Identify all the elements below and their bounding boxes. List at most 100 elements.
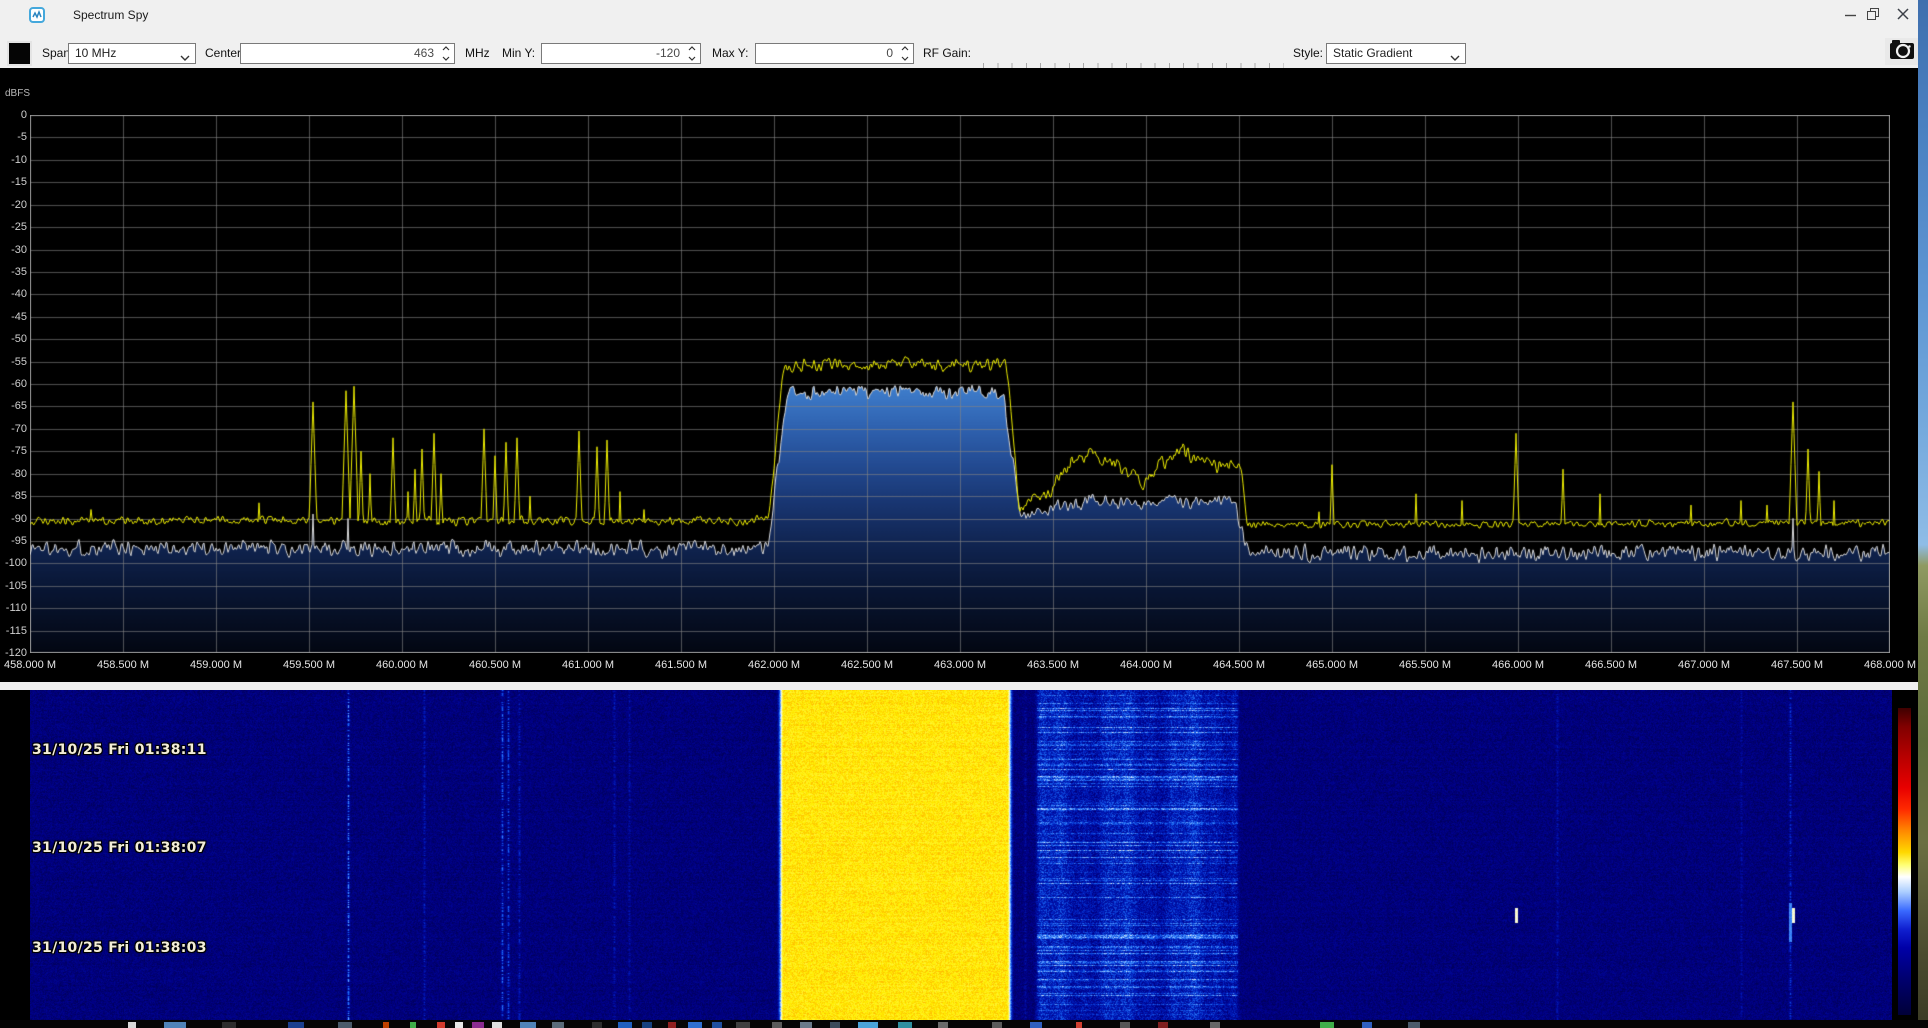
style-select[interactable]: Static Gradient <box>1326 43 1466 64</box>
db-tick-label: -50 <box>11 333 27 346</box>
panel-divider[interactable] <box>0 682 1918 690</box>
minimize-button[interactable] <box>1843 9 1857 23</box>
span-select[interactable]: 10 MHz <box>68 43 196 64</box>
freq-tick-label: 459.000 M <box>190 659 242 671</box>
max-y-spinner[interactable] <box>897 44 913 63</box>
db-tick-label: -60 <box>11 378 27 390</box>
trace-color-swatch <box>9 43 30 64</box>
db-tick-label: -15 <box>11 176 27 189</box>
taskbar-app-icon[interactable] <box>472 1022 484 1028</box>
waterfall-display: 31/10/25 Fri 01:38:11 31/10/25 Fri 01:38… <box>0 690 1918 1020</box>
close-button[interactable] <box>1896 7 1910 25</box>
taskbar-app-icon[interactable] <box>222 1022 236 1028</box>
taskbar-app-icon[interactable] <box>858 1022 878 1028</box>
freq-tick-label: 467.000 M <box>1678 659 1730 671</box>
waterfall-timestamp: 31/10/25 Fri 01:38:03 <box>32 940 207 956</box>
min-y-input[interactable]: -120 <box>541 43 701 64</box>
restore-icon <box>1867 7 1879 25</box>
camera-icon <box>1889 38 1915 65</box>
taskbar-app-icon[interactable] <box>668 1022 676 1028</box>
taskbar-app-icon[interactable] <box>618 1022 632 1028</box>
freq-tick-label: 466.500 M <box>1585 659 1637 671</box>
db-tick-label: -115 <box>5 624 27 637</box>
taskbar-app-icon[interactable] <box>1030 1022 1042 1028</box>
trace-color-button[interactable] <box>7 41 32 66</box>
center-input[interactable]: 463 <box>240 43 455 64</box>
taskbar-app-icon[interactable] <box>128 1022 136 1028</box>
max-y-label: Max Y: <box>712 46 749 60</box>
spectrum-display: dBFS 0 -5 -10 -15 -20 -25 -30 -35 -40 -45 -50 -55 -6… <box>0 68 1918 682</box>
taskbar-app-icon[interactable] <box>712 1022 722 1028</box>
taskbar-app-icon[interactable] <box>410 1022 416 1028</box>
max-y-input[interactable]: 0 <box>755 43 914 64</box>
taskbar-app-icon[interactable] <box>1362 1022 1372 1028</box>
waterfall-plot[interactable] <box>30 690 1892 1020</box>
freq-tick-label: 465.500 M <box>1399 659 1451 671</box>
taskbar-app-icon[interactable] <box>383 1022 389 1028</box>
taskbar-app-icon[interactable] <box>1120 1022 1130 1028</box>
taskbar-app-icon[interactable] <box>338 1022 352 1028</box>
waterfall-timestamp: 31/10/25 Fri 01:38:11 <box>32 742 207 758</box>
taskbar-app-icon[interactable] <box>800 1022 812 1028</box>
spectrum-spy-window: Spectrum Spy Span: 10 MHz Center: 463 MH… <box>0 0 1928 1028</box>
min-y-label: Min Y: <box>502 46 536 60</box>
taskbar-app-icon[interactable] <box>772 1022 782 1028</box>
freq-tick-label: 460.000 M <box>376 659 428 671</box>
toolbar: Span: 10 MHz Center: 463 MHz Min Y: -120… <box>0 30 1918 89</box>
taskbar-app-icon[interactable] <box>1076 1022 1082 1028</box>
spinner-down-icon[interactable] <box>900 54 910 63</box>
restore-button[interactable] <box>1866 7 1880 25</box>
taskbar-app-icon[interactable] <box>898 1022 912 1028</box>
desktop-wallpaper-sliver <box>1918 0 1928 1028</box>
db-tick-label: -25 <box>11 221 27 234</box>
taskbar-app-icon[interactable] <box>938 1022 948 1028</box>
taskbar-app-icon[interactable] <box>288 1022 304 1028</box>
app-icon <box>29 7 45 23</box>
taskbar-app-icon[interactable] <box>736 1022 750 1028</box>
freq-tick-label: 464.000 M <box>1120 659 1172 671</box>
close-icon <box>1897 7 1909 25</box>
window-title: Spectrum Spy <box>73 8 149 22</box>
center-spinner[interactable] <box>438 44 454 63</box>
taskbar-app-icon[interactable] <box>592 1022 602 1028</box>
taskbar-app-icon[interactable] <box>164 1022 186 1028</box>
rf-gain-label: RF Gain: <box>923 46 972 60</box>
intensity-color-legend <box>1898 708 1911 1015</box>
taskbar-app-icon[interactable] <box>992 1022 1002 1028</box>
taskbar-app-icon[interactable] <box>552 1022 564 1028</box>
db-tick-label: -90 <box>11 512 27 525</box>
min-y-spinner[interactable] <box>684 44 700 63</box>
spinner-down-icon[interactable] <box>687 54 697 63</box>
taskbar-app-icon[interactable] <box>1320 1022 1334 1028</box>
taskbar-app-icon[interactable] <box>1210 1022 1220 1028</box>
taskbar-app-icon[interactable] <box>520 1022 536 1028</box>
db-tick-label: -30 <box>11 243 27 256</box>
db-tick-label: -65 <box>11 400 27 413</box>
taskbar-app-icon[interactable] <box>830 1022 840 1028</box>
db-tick-label: -105 <box>4 579 27 592</box>
db-tick-label: -35 <box>11 265 27 278</box>
span-value: 10 MHz <box>75 46 117 60</box>
spinner-up-icon[interactable] <box>900 44 910 53</box>
titlebar: Spectrum Spy <box>0 0 1918 30</box>
taskbar-app-icon[interactable] <box>1158 1022 1168 1028</box>
spectrum-plot[interactable] <box>30 115 1890 653</box>
freq-tick-label: 459.500 M <box>283 659 335 671</box>
freq-tick-label: 461.000 M <box>562 659 614 671</box>
spinner-up-icon[interactable] <box>687 44 697 53</box>
taskbar-app-icon[interactable] <box>437 1022 445 1028</box>
db-tick-label: -100 <box>4 557 27 570</box>
spinner-down-icon[interactable] <box>441 54 451 63</box>
minimize-icon <box>1844 7 1856 25</box>
style-label: Style: <box>1293 46 1324 60</box>
db-tick-label: -55 <box>11 355 27 368</box>
taskbar-app-icon[interactable] <box>1408 1022 1420 1028</box>
taskbar-app-icon[interactable] <box>688 1022 702 1028</box>
taskbar-app-icon[interactable] <box>492 1022 502 1028</box>
spinner-up-icon[interactable] <box>441 44 451 53</box>
taskbar-app-icon[interactable] <box>642 1022 652 1028</box>
freq-tick-label: 464.500 M <box>1213 659 1265 671</box>
screenshot-button[interactable] <box>1885 38 1918 65</box>
taskbar-app-icon[interactable] <box>455 1022 463 1028</box>
db-tick-label: -20 <box>11 198 27 211</box>
